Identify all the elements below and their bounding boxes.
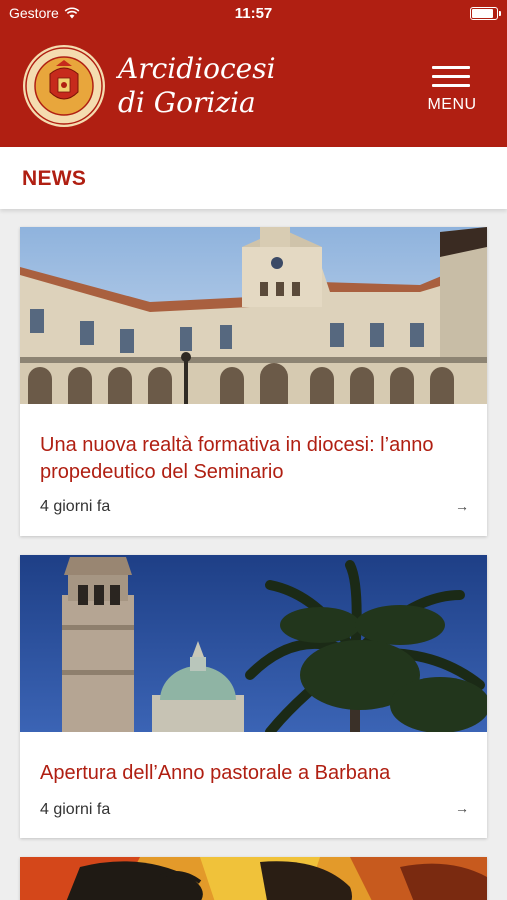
- app-title-line-1: Arcidiocesi: [118, 52, 276, 85]
- battery-icon: [470, 7, 501, 20]
- menu-button[interactable]: MENU: [427, 66, 485, 118]
- seminary-courtyard-photo: [20, 227, 487, 404]
- news-title[interactable]: Una nuova realtà formativa in diocesi: l…: [40, 432, 469, 486]
- news-card[interactable]: Una nuova realtà formativa in diocesi: l…: [20, 227, 487, 536]
- status-bar: Gestore 11:57: [0, 0, 507, 28]
- app-title-line-2: di Gorizia: [118, 86, 256, 119]
- news-time: 4 giorni fa: [40, 498, 111, 515]
- section-header: NEWS: [0, 147, 507, 209]
- app-title: Arcidiocesi di Gorizia: [118, 52, 276, 120]
- arrow-right-icon[interactable]: →: [455, 800, 469, 816]
- hamburger-icon: [432, 66, 470, 93]
- menu-label: MENU: [427, 96, 477, 113]
- colorful-painting-photo: [20, 857, 487, 900]
- app-header: Arcidiocesi di Gorizia MENU: [0, 28, 507, 147]
- bell-tower-palm-photo: [20, 555, 487, 732]
- news-time: 4 giorni fa: [40, 801, 111, 818]
- news-title[interactable]: Apertura dell’Anno pastorale a Barbana: [40, 760, 469, 787]
- status-time: 11:57: [234, 5, 273, 22]
- arrow-right-icon[interactable]: →: [455, 498, 469, 514]
- diocese-seal-icon: [23, 45, 105, 127]
- section-title: NEWS: [22, 167, 87, 190]
- news-card[interactable]: [20, 857, 487, 900]
- news-card[interactable]: Apertura dell’Anno pastorale a Barbana 4…: [20, 555, 487, 838]
